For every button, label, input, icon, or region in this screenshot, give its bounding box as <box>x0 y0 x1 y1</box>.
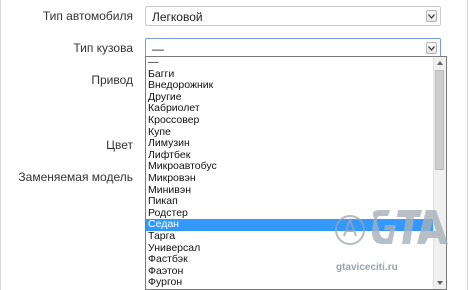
dropdown-option[interactable]: Микровэн <box>146 172 446 185</box>
body-type-select[interactable]: — <box>145 38 441 58</box>
dropdown-option[interactable]: Минивэн <box>146 184 446 197</box>
body-type-label: Тип кузова <box>73 41 133 55</box>
body-type-value: — <box>152 42 164 56</box>
dropdown-option[interactable]: Купе <box>146 126 446 139</box>
dropdown-option[interactable]: Кроссовер <box>146 114 446 127</box>
drive-label: Привод <box>91 73 133 87</box>
gta-logo-watermark: gtaviceciti.ru <box>330 200 460 280</box>
scrollbar-thumb[interactable] <box>435 70 444 170</box>
chevron-down-icon[interactable] <box>426 42 437 54</box>
scroll-up-icon[interactable] <box>434 57 446 69</box>
chevron-down-icon[interactable] <box>426 10 437 22</box>
replaced-model-label: Заменяемая модель <box>18 170 133 184</box>
car-type-value: Легковой <box>152 10 203 24</box>
car-type-select[interactable]: Легковой <box>145 6 441 26</box>
dropdown-option[interactable]: Лимузин <box>146 138 446 150</box>
dropdown-option[interactable]: Внедорожник <box>146 80 446 92</box>
watermark-text: gtaviceciti.ru <box>336 262 398 273</box>
car-type-label: Тип автомобиля <box>42 9 133 23</box>
page-left-border <box>0 0 1 290</box>
color-label: Цвет <box>106 138 133 152</box>
dropdown-option[interactable]: — <box>146 57 446 69</box>
